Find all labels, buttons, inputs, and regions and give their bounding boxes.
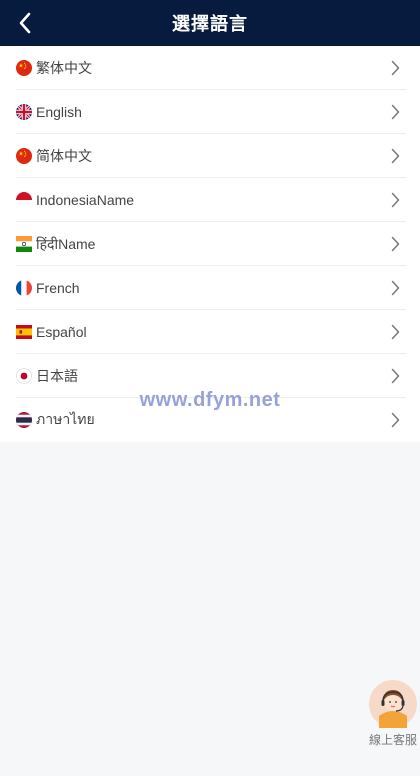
language-item-hindi[interactable]: हिंदीName [0,222,420,266]
language-label: English [36,104,82,120]
language-label: ภาษาไทย [36,411,95,427]
back-button[interactable] [10,7,40,39]
chevron-right-icon [391,148,400,164]
watermark-text: www.dfym.net [139,389,281,411]
china-flag-icon [16,60,32,76]
chevron-right-icon [391,104,400,120]
page-title: 選擇語言 [172,14,248,34]
customer-service-avatar-icon [369,680,417,728]
uk-flag-icon [16,104,32,120]
header-bar: 選擇語言 [0,0,420,46]
chevron-left-icon [19,12,31,34]
language-item-english[interactable]: English [0,90,420,134]
chevron-right-icon [391,412,400,428]
language-list: 繁体中文 English 简体中文 IndonesiaName हिंदीNam… [0,46,420,442]
chevron-right-icon [391,236,400,252]
india-flag-icon [16,236,32,252]
online-service-label: 線上客服 [368,733,417,747]
language-label: 繁体中文 [36,60,92,76]
chevron-right-icon [391,324,400,340]
china-flag-icon [16,148,32,164]
france-flag-icon [16,280,32,296]
language-item-indonesian[interactable]: IndonesiaName [0,178,420,222]
language-label: IndonesiaName [36,192,135,208]
japan-flag-icon [16,368,32,384]
spain-flag-icon [16,325,32,339]
language-label: हिंदीName [36,235,96,252]
language-item-traditional-chinese[interactable]: 繁体中文 [0,46,420,90]
language-item-spanish[interactable]: Español [0,310,420,354]
chevron-right-icon [391,192,400,208]
chevron-right-icon [391,280,400,296]
chevron-right-icon [391,60,400,76]
language-item-french[interactable]: French [0,266,420,310]
indonesia-flag-icon [16,192,32,208]
language-label: Español [36,324,87,340]
language-item-simplified-chinese[interactable]: 简体中文 [0,134,420,178]
thailand-flag-icon [16,412,32,428]
language-label: French [36,280,80,296]
language-label: 简体中文 [36,148,92,164]
language-label: 日本語 [36,368,78,384]
chevron-right-icon [391,368,400,384]
online-service-button[interactable]: 線上客服 [366,680,420,747]
